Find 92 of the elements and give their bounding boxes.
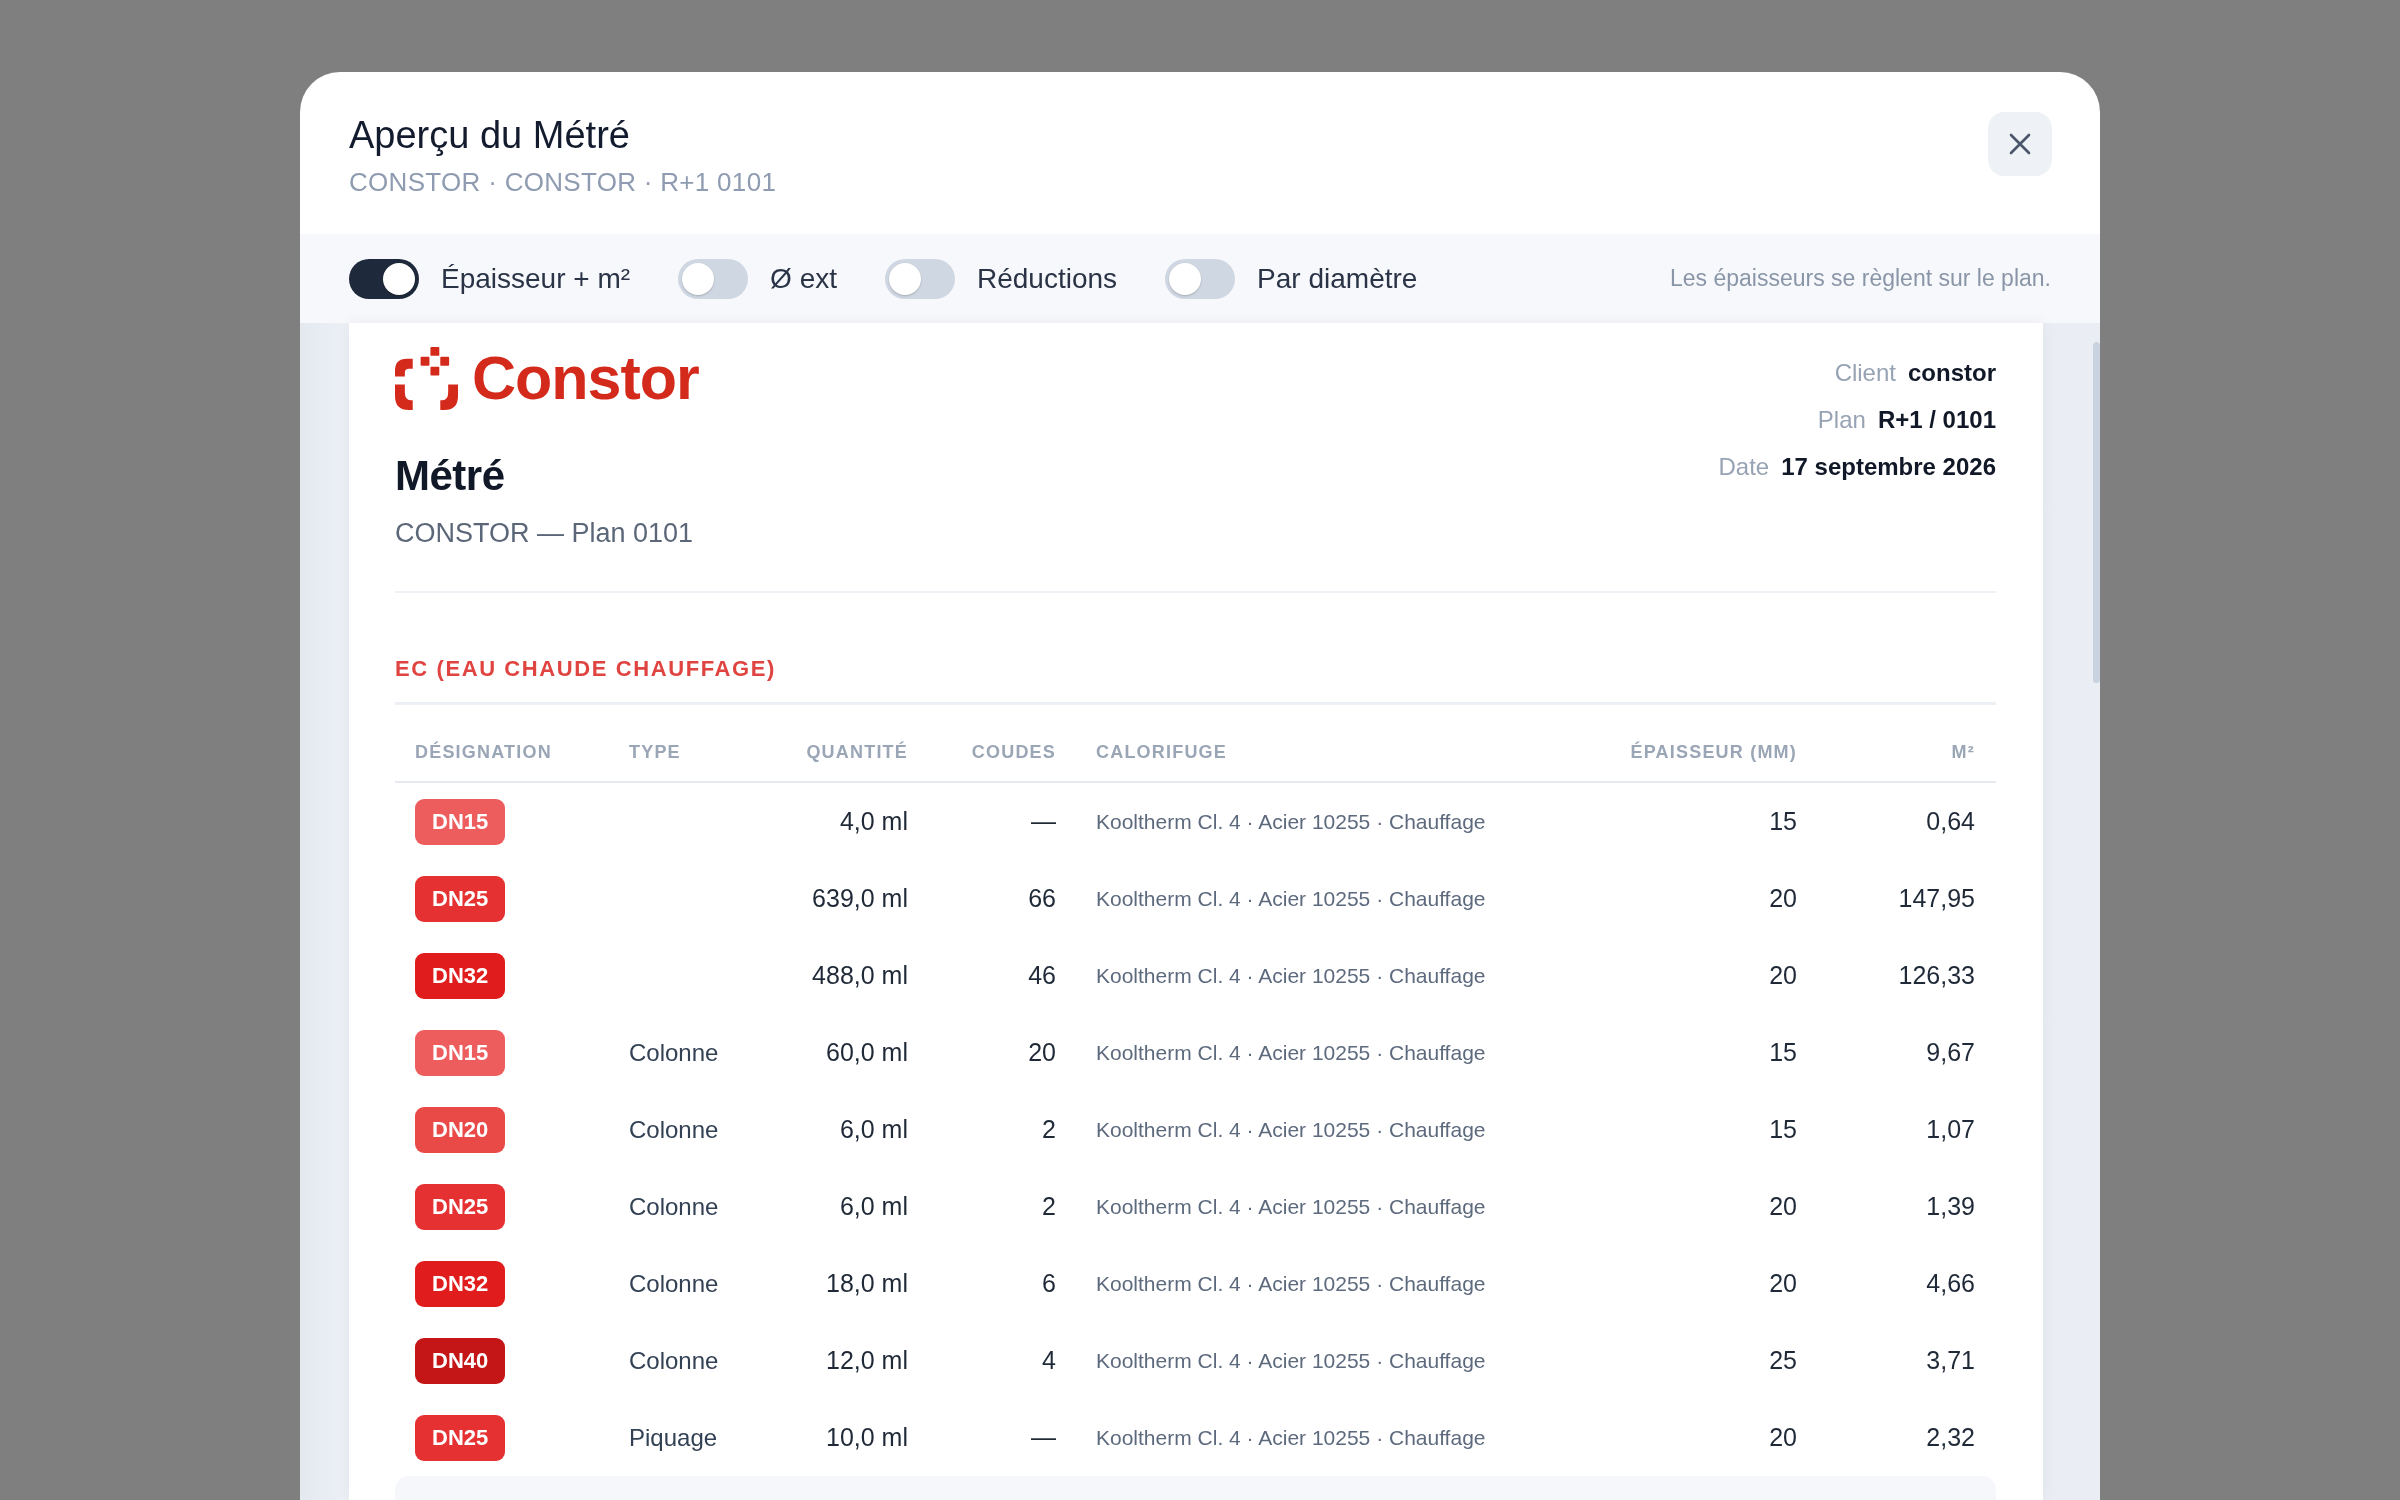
pipe-size-tag: DN20: [415, 1106, 506, 1153]
meta-label: Plan: [1817, 405, 1866, 435]
table-cell: 2,32: [1926, 1423, 1975, 1451]
toggle-switch[interactable]: [885, 258, 955, 299]
table-cell: 66: [1028, 884, 1056, 912]
pipe-size-tag: DN32: [415, 1260, 506, 1307]
column-header: ÉPAISSEUR (MM): [1630, 742, 1797, 762]
table-cell: 4,0 ml: [839, 807, 908, 835]
table-cell: 15: [1769, 1115, 1797, 1143]
table-cell: 20: [1769, 884, 1797, 912]
pipe-size-tag: DN25: [415, 1183, 506, 1230]
table-cell: 12,0 ml: [826, 1346, 908, 1374]
dialog-subtitle: CONSTOR · CONSTOR · R+1 0101: [349, 167, 777, 197]
close-button[interactable]: [1988, 112, 2052, 176]
table-cell: Kooltherm Cl. 4 · Acier 10255 · Chauffage: [1096, 1194, 1486, 1218]
table-cell: Colonne: [629, 1038, 719, 1066]
table-cell: Piquage: [629, 1423, 718, 1451]
table-cell: Colonne: [629, 1115, 719, 1143]
table-cell: Kooltherm Cl. 4 · Acier 10255 · Chauffage: [1096, 1271, 1486, 1295]
table-cell: 2: [1042, 1192, 1056, 1220]
table-cell: 3,71: [1926, 1346, 1975, 1374]
table-cell: 20: [1769, 1269, 1797, 1297]
column-header: COUDES: [971, 742, 1056, 762]
table-cell: 6: [1042, 1269, 1056, 1297]
close-icon: [2008, 132, 2032, 156]
toggle-label: Par diamètre: [1257, 262, 1418, 295]
column-header: M²: [1951, 742, 1975, 762]
toggle-switch[interactable]: [1165, 258, 1236, 299]
document-subtitle: CONSTOR — Plan 0101: [395, 517, 694, 549]
table-cell: 4: [1042, 1346, 1056, 1374]
toggle-label: Épaisseur + m²: [441, 262, 631, 295]
column-header: TYPE: [629, 742, 681, 762]
pipe-size-tag: DN25: [415, 875, 506, 922]
table-cell: 20: [1769, 1423, 1797, 1451]
meta-value: 17 septembre 2026: [1781, 452, 1996, 482]
table-cell: —: [1031, 1423, 1056, 1451]
column-header: QUANTITÉ: [806, 742, 908, 762]
table-cell: 25: [1769, 1346, 1797, 1374]
table-cell: 9,67: [1926, 1038, 1975, 1066]
table-cell: 20: [1028, 1038, 1056, 1066]
pipe-size-tag: DN15: [415, 798, 506, 845]
table-cell: 4,66: [1926, 1269, 1975, 1297]
pipe-size-tag: DN15: [415, 1029, 506, 1076]
toggle-switch[interactable]: [349, 258, 419, 299]
table-cell: 15: [1769, 807, 1797, 835]
table-cell: 0,64: [1926, 807, 1975, 835]
table-cell: 1,39: [1926, 1192, 1975, 1220]
table-cell: Kooltherm Cl. 4 · Acier 10255 · Chauffage: [1096, 809, 1486, 833]
table-cell: —: [1031, 807, 1056, 835]
table-cell: 18,0 ml: [826, 1269, 908, 1297]
table-cell: 60,0 ml: [826, 1038, 908, 1066]
section-heading: EC (EAU CHAUDE CHAUFFAGE): [395, 656, 776, 681]
meta-value: constor: [1908, 358, 1996, 388]
table-cell: 46: [1028, 961, 1056, 989]
table-cell: Kooltherm Cl. 4 · Acier 10255 · Chauffage: [1096, 963, 1486, 987]
meta-value: R+1 / 0101: [1877, 405, 1996, 435]
table-cell: 639,0 ml: [812, 884, 908, 912]
meta-label: Client: [1834, 358, 1896, 388]
table-cell: 6,0 ml: [839, 1115, 908, 1143]
table-cell: 1,07: [1926, 1115, 1975, 1143]
hint-text: Les épaisseurs se règlent sur le plan.: [1670, 265, 2051, 292]
toggle-label: Réductions: [977, 262, 1118, 295]
table-cell: Kooltherm Cl. 4 · Acier 10255 · Chauffage: [1096, 1348, 1486, 1372]
dialog-title: Aperçu du Métré: [349, 113, 630, 158]
pipe-size-tag: DN25: [415, 1414, 506, 1461]
table-cell: 15: [1769, 1038, 1797, 1066]
toggle-switch[interactable]: [678, 258, 749, 299]
table-cell: 20: [1769, 1192, 1797, 1220]
logo-wordmark: Constor: [472, 347, 699, 410]
table-cell: 10,0 ml: [826, 1423, 908, 1451]
table-cell: 20: [1769, 961, 1797, 989]
table-cell: Kooltherm Cl. 4 · Acier 10255 · Chauffage: [1096, 1117, 1486, 1141]
table-cell: Colonne: [629, 1192, 719, 1220]
column-header: CALORIFUGE: [1096, 742, 1227, 762]
pipe-size-tag: DN32: [415, 952, 506, 999]
table-cell: Kooltherm Cl. 4 · Acier 10255 · Chauffage: [1096, 1425, 1486, 1449]
logo-icon: [395, 347, 458, 410]
table-cell: Colonne: [629, 1269, 719, 1297]
table-cell: Kooltherm Cl. 4 · Acier 10255 · Chauffage: [1096, 1040, 1486, 1064]
toggle-label: Ø ext: [770, 262, 837, 295]
document-title: Métré: [395, 451, 505, 501]
table-cell: Kooltherm Cl. 4 · Acier 10255 · Chauffage: [1096, 886, 1486, 910]
table-cell: 488,0 ml: [812, 961, 908, 989]
meta-label: Date: [1718, 452, 1770, 482]
table-cell: 126,33: [1898, 961, 1975, 989]
table-cell: Colonne: [629, 1346, 719, 1374]
column-header: DÉSIGNATION: [415, 742, 552, 762]
table-cell: 2: [1042, 1115, 1056, 1143]
table-cell: 147,95: [1898, 884, 1975, 912]
pipe-size-tag: DN40: [415, 1337, 506, 1384]
scrollbar-thumb[interactable]: [2093, 342, 2100, 683]
table-cell: 6,0 ml: [839, 1192, 908, 1220]
